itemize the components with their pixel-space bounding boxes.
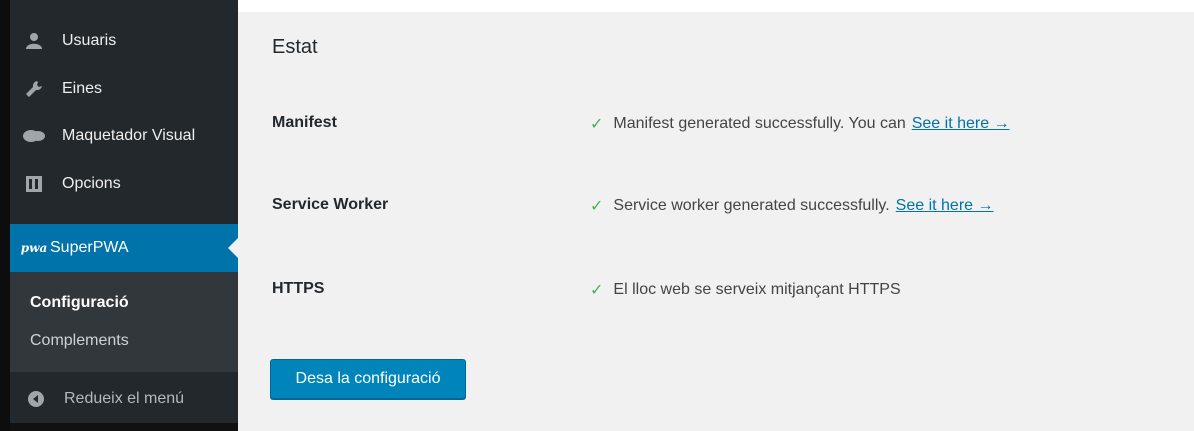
see-manifest-link[interactable]: See it here → — [912, 115, 1010, 133]
row-label-https: HTTPS — [272, 280, 325, 297]
row-label-manifest: Manifest — [272, 114, 337, 131]
save-settings-button[interactable]: Desa la configuració — [270, 359, 466, 399]
settings-content: Estat Manifest ✓ Manifest generated succ… — [238, 12, 1194, 431]
window-edge — [0, 0, 10, 431]
active-indicator-arrow — [228, 238, 238, 258]
sidebar-bottom-edge — [10, 423, 248, 431]
sidebar-item-superpwa[interactable]: pwa SuperPWA — [10, 224, 238, 272]
check-icon: ✓ — [590, 116, 604, 133]
status-text: Manifest generated successfully. You can — [613, 115, 906, 132]
settings-grid-icon — [22, 172, 46, 196]
sidebar-item-tools[interactable]: Eines — [10, 66, 238, 112]
collapse-arrow-icon — [24, 387, 48, 411]
wrench-icon — [22, 77, 46, 101]
check-icon: ✓ — [590, 282, 604, 299]
row-status-service-worker: ✓ Service worker generated successfully.… — [590, 196, 994, 216]
sidebar-item-users[interactable]: Usuaris — [10, 18, 238, 64]
row-label-service-worker: Service Worker — [272, 196, 389, 213]
sidebar-item-label: Maquetador Visual — [62, 127, 196, 144]
superpwa-logo-icon: pwa — [20, 236, 48, 260]
see-service-worker-link[interactable]: See it here → — [896, 197, 994, 215]
superpwa-submenu: Configuració Complements — [10, 272, 238, 372]
status-text: Service worker generated successfully. — [613, 197, 890, 214]
superpwa-logo-text: pwa — [20, 241, 48, 255]
row-status-manifest: ✓ Manifest generated successfully. You c… — [590, 114, 1010, 134]
admin-sidebar: Usuaris Eines Maquetador Visual Opcions … — [10, 0, 248, 431]
status-text: El lloc web se serveix mitjançant HTTPS — [613, 281, 901, 298]
sidebar-item-label: SuperPWA — [50, 239, 129, 256]
sidebar-item-label: Opcions — [62, 175, 121, 192]
sidebar-item-label: Usuaris — [62, 32, 117, 49]
collapse-menu-button[interactable]: Redueix el menú — [10, 376, 238, 422]
chat-bubble-icon — [22, 124, 46, 148]
sidebar-item-label: Eines — [62, 80, 103, 97]
users-icon — [22, 29, 46, 53]
check-icon: ✓ — [590, 198, 604, 215]
row-status-https: ✓ El lloc web se serveix mitjançant HTTP… — [590, 280, 901, 300]
submenu-item-configuracio[interactable]: Configuració — [30, 294, 129, 312]
sidebar-item-options[interactable]: Opcions — [10, 161, 238, 207]
submenu-item-complements[interactable]: Complements — [30, 332, 129, 350]
sidebar-item-visual-builder[interactable]: Maquetador Visual — [10, 113, 238, 159]
section-title: Estat — [272, 36, 318, 58]
collapse-menu-label: Redueix el menú — [64, 390, 185, 407]
